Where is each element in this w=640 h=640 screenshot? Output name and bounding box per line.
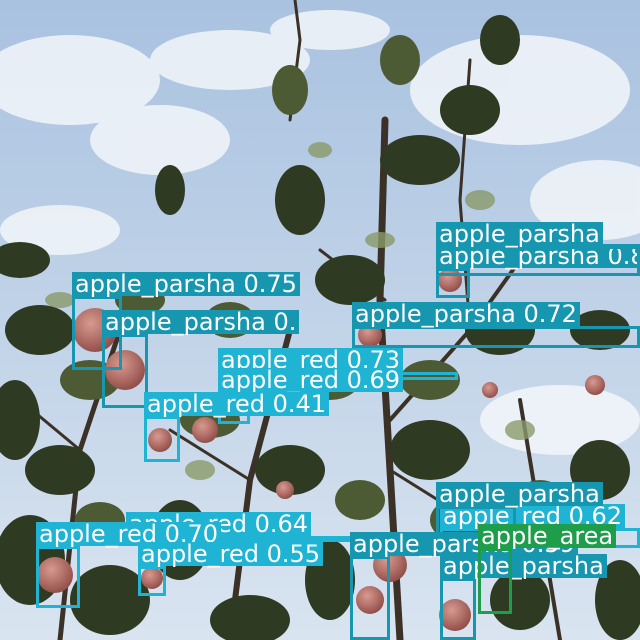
detection-label: apple_red 0.41: [144, 392, 330, 416]
detection-overlay: apple_parsha 0.75 apple_parsha 0.81 apple_…: [0, 0, 640, 640]
detection-label: apple_parsha: [436, 222, 603, 246]
detection-box: apple_red 0.41: [144, 392, 330, 462]
detection-label: apple_parsha: [436, 482, 603, 506]
detection-box: apple_parsha 0.59: [350, 532, 578, 640]
detection-outline: [102, 334, 148, 408]
detection-label: apple_parsha: [440, 554, 607, 578]
detection-outline: [478, 548, 512, 614]
detection-label: apple_area: [478, 524, 617, 548]
detection-label: apple_parsha 0.: [102, 310, 300, 334]
detection-label: apple_red 0.55: [138, 542, 324, 566]
detection-outline: [350, 556, 390, 640]
detection-box: apple_parsha: [440, 554, 607, 640]
detection-outline: [436, 246, 640, 276]
detection-outline: [138, 566, 166, 596]
detection-box: apple_red 0.55: [138, 542, 324, 596]
detection-label: apple_red 0.69: [218, 368, 404, 392]
detection-outline: [36, 546, 80, 608]
detection-label: apple_parsha 0.72: [352, 302, 580, 326]
detection-outline: [440, 578, 476, 640]
detection-outline: [144, 416, 180, 462]
detection-box: apple_parsha 0.: [102, 310, 300, 408]
detection-box: apple_parsha: [436, 222, 640, 276]
detection-box: apple_parsha 0.72: [352, 302, 640, 348]
detection-box: apple_red 0.70: [36, 522, 222, 608]
detection-label: apple_parsha 0.75: [72, 272, 300, 296]
detection-outline: [352, 326, 640, 348]
detection-box: apple_area: [478, 524, 617, 614]
